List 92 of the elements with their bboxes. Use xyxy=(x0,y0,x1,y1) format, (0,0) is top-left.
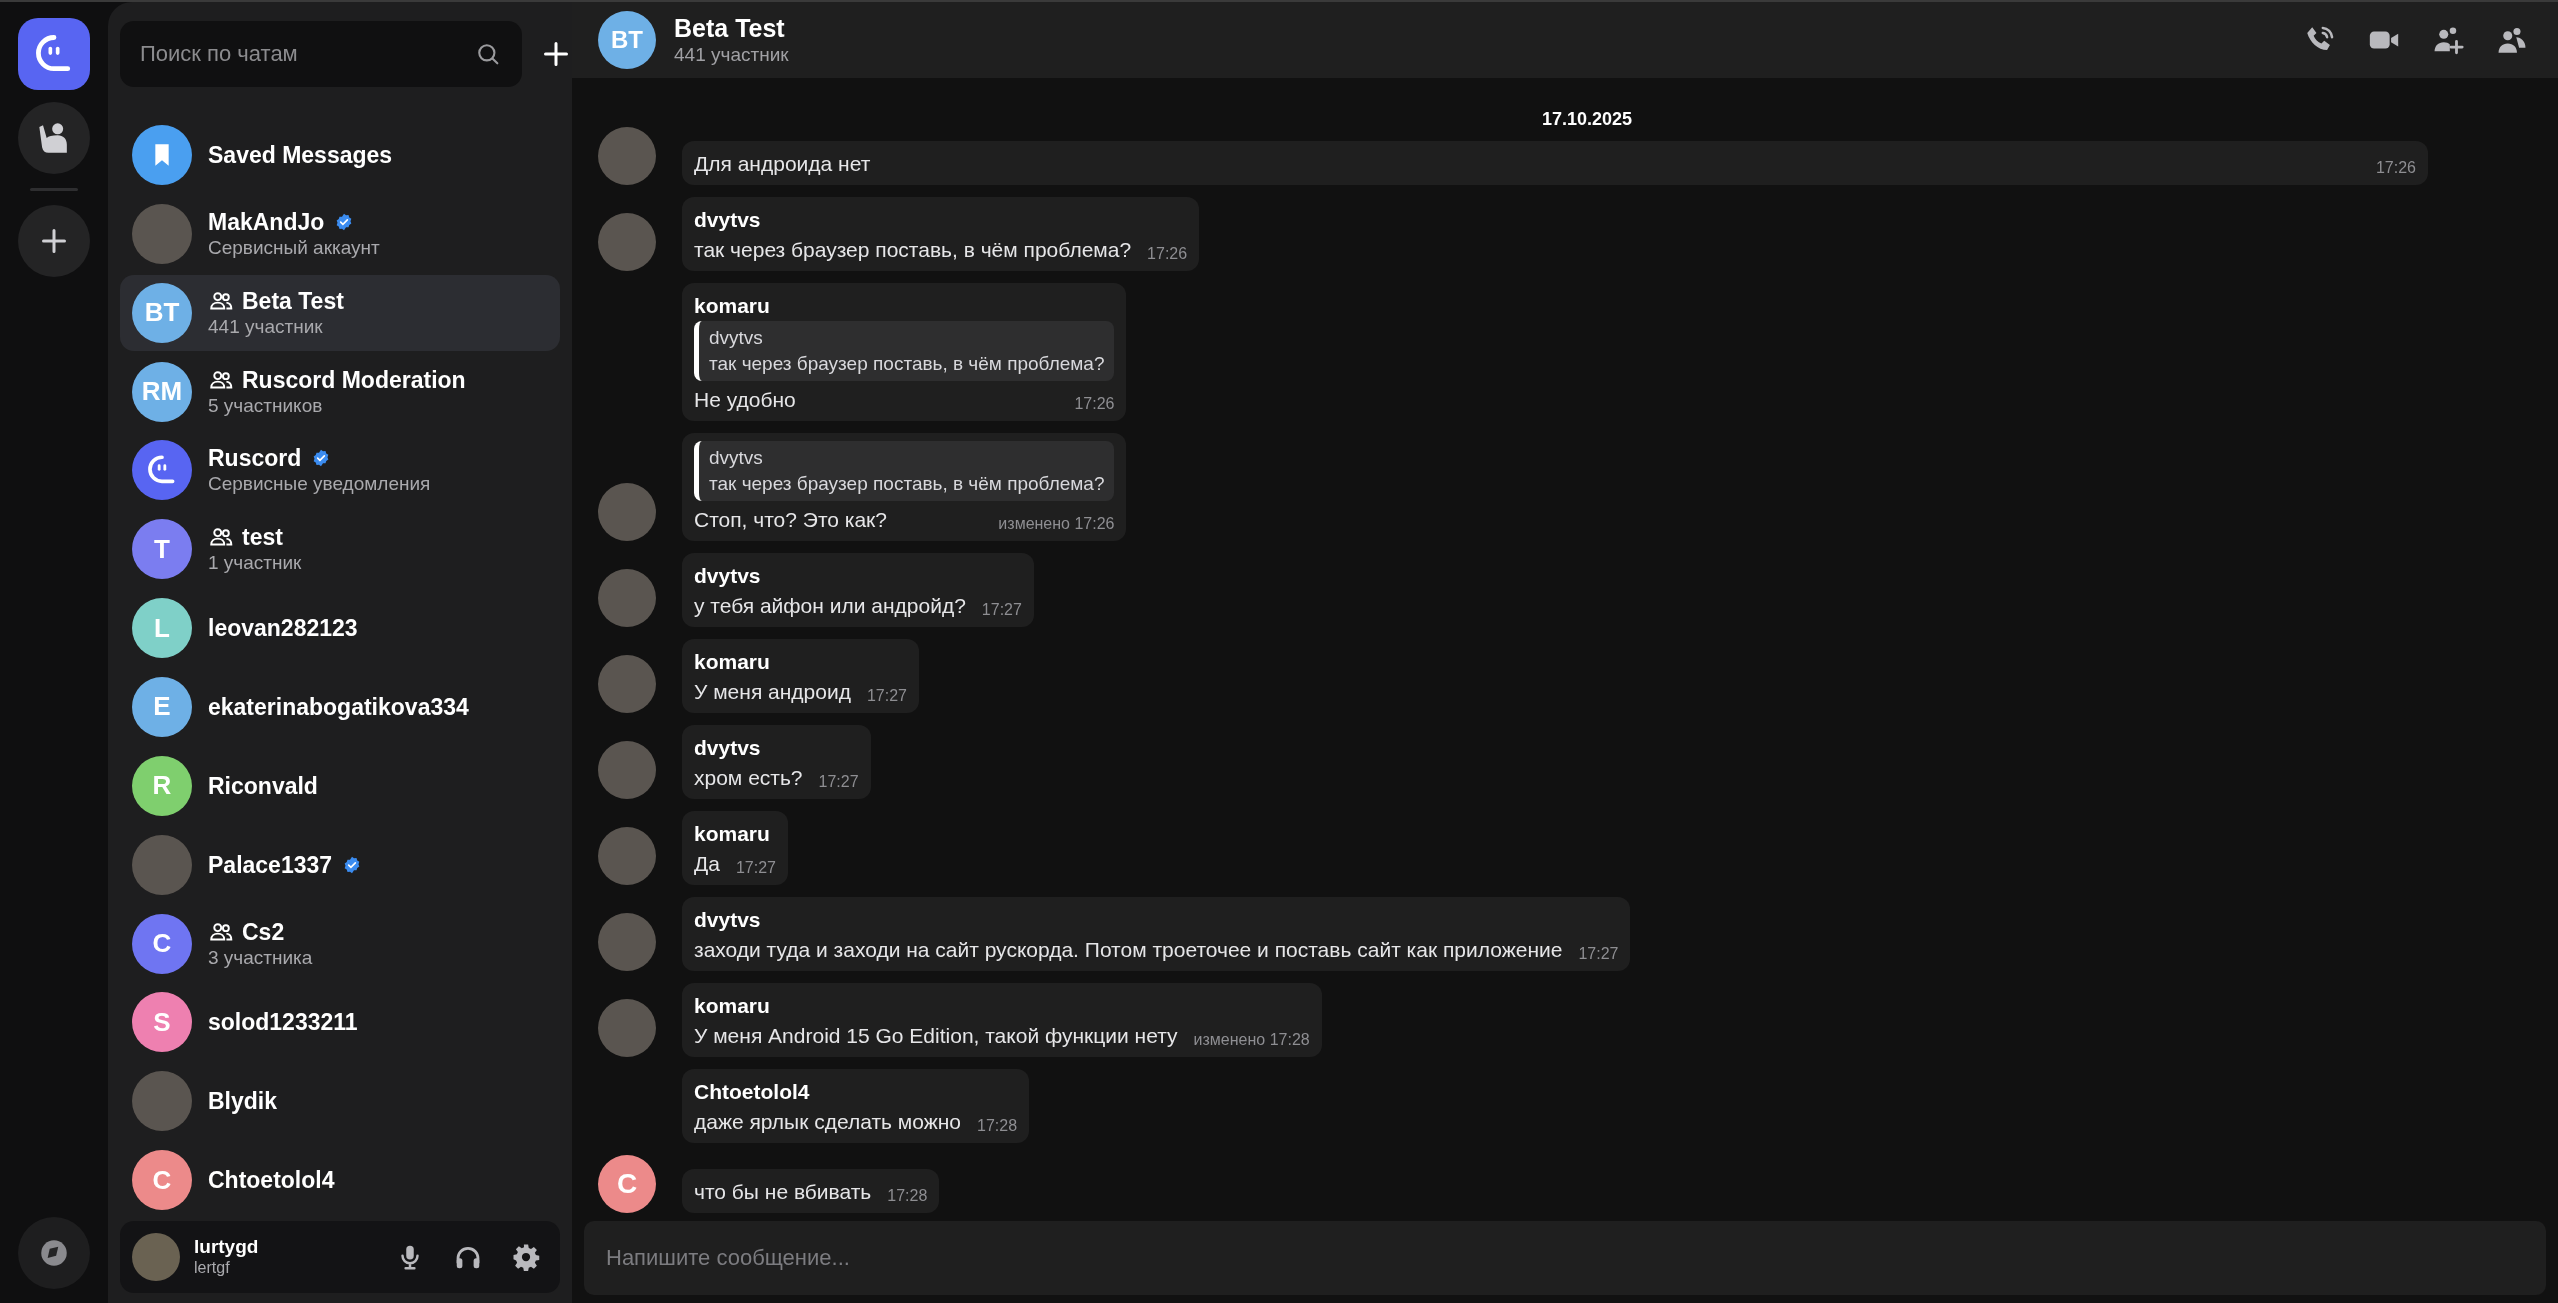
message-text: так через браузер поставь, в чём проблема? xyxy=(694,237,1132,263)
message-time: 17:27 xyxy=(866,686,907,706)
chat-list-item[interactable]: C Chtoetolol4 xyxy=(120,1142,560,1219)
avatar-photo xyxy=(132,1233,180,1281)
chat-subtitle: 441 участник xyxy=(674,43,790,67)
message-time: 17:27 xyxy=(981,600,1022,620)
chat-name: leovan282123 xyxy=(208,614,358,643)
chat-name: ekaterinabogatikova334 xyxy=(208,692,469,721)
message-text: что бы не вбивать xyxy=(694,1179,872,1205)
chat-name: Ruscord Moderation xyxy=(242,365,466,394)
avatar: C xyxy=(132,1150,192,1211)
message-text: у тебя айфон или андройд? xyxy=(694,593,966,619)
message-author: dvytvs xyxy=(694,735,762,761)
avatar: E xyxy=(132,676,192,737)
chat-list-item[interactable]: E ekaterinabogatikova334 xyxy=(120,669,560,745)
reply-author: dvytvs xyxy=(709,446,764,470)
chat-list-item[interactable]: RM Ruscord Moderation 5 участников xyxy=(120,353,560,430)
user-handle: lertgf xyxy=(194,1258,231,1278)
chat-name: Beta Test xyxy=(242,286,344,315)
chat-subtitle: Сервисный аккаунт xyxy=(208,235,380,260)
avatar: RM xyxy=(132,361,192,422)
message-time: 17:28 xyxy=(887,1186,928,1206)
chat-list-item[interactable]: C Cs2 3 участника xyxy=(120,905,560,982)
chat-title: Beta Test xyxy=(674,13,786,43)
avatar: BT xyxy=(598,11,656,69)
reply-author: dvytvs xyxy=(709,326,764,350)
message-text: Да xyxy=(694,851,720,877)
settings-icon xyxy=(511,1242,541,1272)
chat-list-item[interactable]: L leovan282123 xyxy=(120,590,560,666)
chat-list-item[interactable]: Ruscord Сервисные уведомления xyxy=(120,432,560,509)
username: lurtygd xyxy=(194,1236,260,1258)
message-author: Chtoetolol4 xyxy=(694,1079,811,1105)
avatar: S xyxy=(132,992,192,1053)
date-label: 17.10.2025 xyxy=(1542,108,1633,131)
chat-subtitle: 3 участника xyxy=(208,945,313,970)
message-time: 17:27 xyxy=(1578,944,1619,964)
chat-name: solod1233211 xyxy=(208,1008,358,1037)
message-time: изменено 17:26 xyxy=(998,514,1115,534)
message-author: komaru xyxy=(694,649,771,675)
message-text: Для андроида нет xyxy=(694,151,871,177)
search-field[interactable]: Поиск по чатам xyxy=(120,21,522,87)
chat-name: Saved Messages xyxy=(208,140,393,169)
chat-subtitle: 5 участников xyxy=(208,393,324,418)
chat-subtitle: Сервисные уведомления xyxy=(208,472,431,497)
chat-list-item[interactable]: Saved Messages xyxy=(120,117,560,193)
app-logo-button[interactable] xyxy=(18,18,90,90)
message-author: dvytvs xyxy=(694,207,762,233)
chat-name: Chtoetolol4 xyxy=(208,1166,335,1195)
message-input[interactable]: Напишите сообщение... xyxy=(584,1221,2546,1295)
message-author: komaru xyxy=(694,293,771,319)
chat-list-item[interactable]: BT Beta Test 441 участник xyxy=(120,274,560,351)
chat-list-item[interactable]: Blydik xyxy=(120,1063,560,1140)
reply-text: так через браузер поставь, в чём проблема? xyxy=(709,352,1105,376)
chat-subtitle: 441 участник xyxy=(208,314,324,339)
chat-list-item[interactable]: R Riconvald xyxy=(120,747,560,824)
message-time: 17:26 xyxy=(1074,394,1115,414)
avatar: C xyxy=(132,913,192,974)
chat-name: Riconvald xyxy=(208,771,318,800)
chat-name: Ruscord xyxy=(208,444,302,473)
avatar: C xyxy=(598,1155,656,1213)
chat-name: MakAndJo xyxy=(208,207,325,236)
message-author: dvytvs xyxy=(694,563,762,589)
message-time: 17:26 xyxy=(2375,158,2416,178)
message-time: 17:28 xyxy=(977,1116,1018,1136)
message-time: изменено 17:28 xyxy=(1193,1030,1310,1050)
chat-subtitle: 1 участник xyxy=(208,551,302,576)
message-text: У меня андроид xyxy=(694,679,851,705)
chat-list-item[interactable]: MakAndJo Сервисный аккаунт xyxy=(120,195,560,272)
avatar: R xyxy=(132,755,192,816)
message-text: У меня Android 15 Go Edition, такой функции нету xyxy=(694,1023,1178,1049)
message-text: Стоп, что? Это как? xyxy=(694,507,887,533)
avatar: L xyxy=(132,598,192,659)
chat-name: Blydik xyxy=(208,1087,278,1116)
message-time: 17:27 xyxy=(818,772,859,792)
message-text: заходи туда и заходи на сайт рускорда. Потом троеточее и поставь сайт как приложение xyxy=(694,937,1563,963)
chat-name: Cs2 xyxy=(242,917,285,946)
avatar: BT xyxy=(132,282,192,343)
message-text: хром есть? xyxy=(694,765,803,791)
chat-list-item[interactable]: Palace1337 xyxy=(120,826,560,903)
message-time: 17:26 xyxy=(1147,244,1188,264)
message-author: komaru xyxy=(694,821,771,847)
message-text: даже ярлык сделать можно xyxy=(694,1109,961,1135)
chat-name: test xyxy=(242,523,283,552)
chat-list-item[interactable]: T test 1 участник xyxy=(120,511,560,588)
chat-name: Palace1337 xyxy=(208,850,333,879)
message-text: Не удобно xyxy=(694,387,796,413)
reply-text: так через браузер поставь, в чём проблема? xyxy=(709,472,1105,496)
message-time: 17:27 xyxy=(735,858,776,878)
message-author: dvytvs xyxy=(694,907,762,933)
avatar: T xyxy=(132,519,192,580)
message-author: komaru xyxy=(694,993,771,1019)
chat-list-item[interactable]: S solod1233211 xyxy=(120,984,560,1061)
